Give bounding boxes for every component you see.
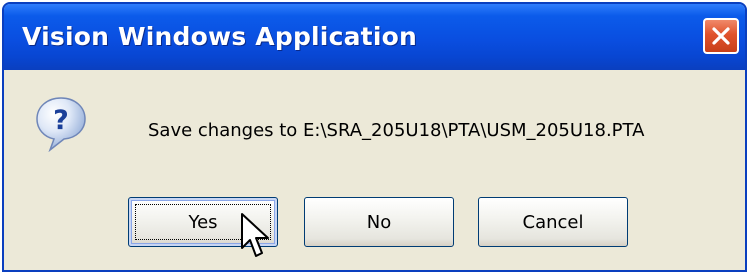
message-dialog: Vision Windows Application ? Save change… [2, 2, 747, 272]
close-button[interactable] [703, 18, 739, 54]
dialog-body: ? Save changes to E:\SRA_205U18\PTA\USM_… [4, 70, 745, 270]
close-icon [712, 27, 730, 45]
dialog-message: Save changes to E:\SRA_205U18\PTA\USM_20… [148, 120, 645, 141]
no-button-label: No [366, 211, 392, 233]
cancel-button[interactable]: Cancel [478, 197, 628, 247]
window-title: Vision Windows Application [22, 22, 417, 51]
mouse-pointer-icon [241, 213, 269, 257]
svg-text:?: ? [53, 105, 69, 136]
title-bar[interactable]: Vision Windows Application [4, 4, 745, 70]
question-icon: ? [36, 97, 86, 152]
no-button[interactable]: No [304, 197, 454, 247]
cancel-button-label: Cancel [522, 211, 584, 233]
